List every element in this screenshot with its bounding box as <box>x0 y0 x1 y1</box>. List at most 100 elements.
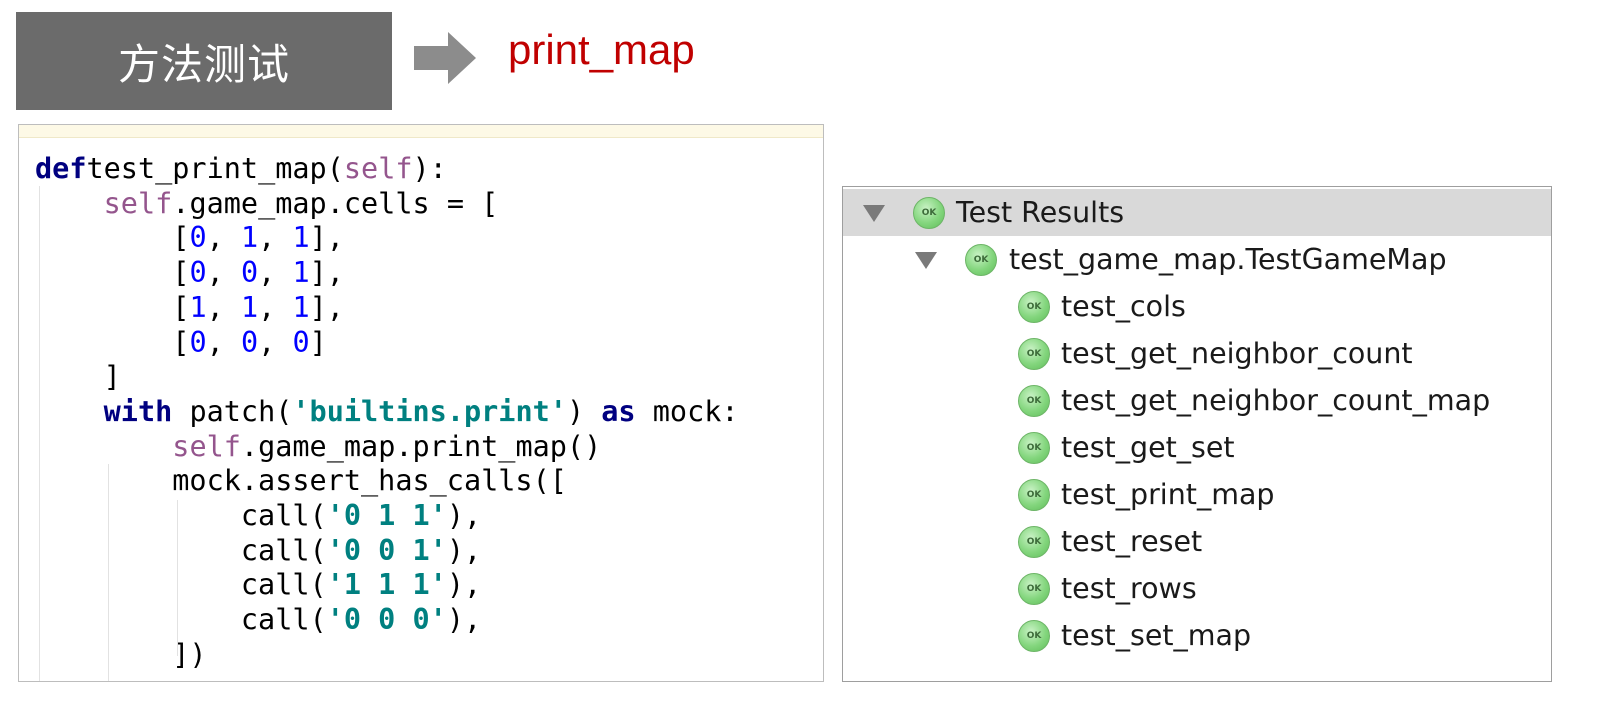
code-token: patch( <box>172 394 293 428</box>
ok-status-icon: OK <box>1018 573 1050 605</box>
code-token: , <box>206 325 241 359</box>
ok-status-icon: OK <box>1018 385 1050 417</box>
code-token: call( <box>35 533 327 567</box>
code-token: 0 <box>189 221 207 255</box>
test-results-panel: OK Test Results OK test_game_map.TestGam… <box>842 186 1552 682</box>
test-results-root-label: Test Results <box>956 196 1125 229</box>
code-token: mock: <box>635 394 739 428</box>
code-token: 1 <box>189 290 207 324</box>
code-line: self.game_map.print_map() <box>35 430 823 465</box>
test-item[interactable]: OK test_cols <box>843 283 1551 330</box>
code-line: [0, 0, 0] <box>35 326 823 361</box>
code-line: ] <box>35 360 823 395</box>
test-item[interactable]: OK test_get_neighbor_count <box>843 330 1551 377</box>
code-token: mock.assert_has_calls([ <box>35 464 567 498</box>
test-item-label: test_get_set <box>1061 431 1235 464</box>
code-token: , <box>206 221 241 255</box>
code-token: 0 <box>189 325 207 359</box>
code-token: 'builtins.print' <box>292 394 567 428</box>
expand-triangle-icon[interactable] <box>915 252 937 269</box>
ok-status-icon: OK <box>1018 291 1050 323</box>
indent-guide <box>177 500 178 656</box>
code-token: call( <box>35 603 327 637</box>
code-token: ), <box>446 568 482 602</box>
code-line: [0, 1, 1], <box>35 221 823 256</box>
code-token: '0 0 1' <box>326 533 447 567</box>
code-token: ], <box>309 221 344 255</box>
indent-guide <box>108 464 109 681</box>
code-token: [ <box>35 256 190 290</box>
code-token: 1 <box>240 221 259 255</box>
code-token: 0 <box>189 256 207 290</box>
code-line: with patch('builtins.print') as mock: <box>35 395 823 430</box>
code-block: deftest_print_map(self): self.game_map.c… <box>19 138 823 681</box>
code-token: ], <box>309 290 344 324</box>
code-token: 1 <box>240 290 259 324</box>
code-line: call('0 0 1'), <box>35 534 823 569</box>
ok-status-icon: OK <box>1018 526 1050 558</box>
code-token: '0 1 1' <box>326 499 447 533</box>
test-item-label: test_print_map <box>1061 478 1275 511</box>
code-token: ), <box>446 499 482 533</box>
code-token: self <box>343 152 413 185</box>
code-token: 1 <box>292 256 310 290</box>
code-token: call( <box>35 568 327 602</box>
test-item-label: test_set_map <box>1061 619 1252 652</box>
test-item-label: test_get_neighbor_count <box>1061 337 1413 370</box>
code-token: ), <box>446 533 482 567</box>
code-line: call('1 1 1'), <box>35 568 823 603</box>
test-item[interactable]: OK test_set_map <box>843 612 1551 659</box>
test-item[interactable]: OK test_reset <box>843 518 1551 565</box>
ok-status-icon: OK <box>1018 479 1050 511</box>
code-token: ) <box>566 394 602 428</box>
code-token: .game_map.print_map() <box>240 429 602 463</box>
test-suite[interactable]: OK test_game_map.TestGameMap <box>843 236 1551 283</box>
section-title: 方法测试 <box>16 12 392 110</box>
test-item[interactable]: OK test_print_map <box>843 471 1551 518</box>
code-line: deftest_print_map(self): <box>35 152 823 187</box>
code-token: def <box>35 152 87 185</box>
test-item[interactable]: OK test_get_set <box>843 424 1551 471</box>
code-token: test_print_map( <box>86 152 344 185</box>
code-token: 0 <box>292 325 310 359</box>
code-line: ]) <box>35 638 823 673</box>
code-token: , <box>258 290 293 324</box>
test-item-label: test_cols <box>1061 290 1186 323</box>
code-token: , <box>206 290 241 324</box>
code-token: , <box>258 325 293 359</box>
ok-status-icon: OK <box>1018 432 1050 464</box>
test-item[interactable]: OK test_get_neighbor_count_map <box>843 377 1551 424</box>
test-item[interactable]: OK test_rows <box>843 565 1551 612</box>
method-name: print_map <box>508 26 695 73</box>
code-token: , <box>206 256 241 290</box>
code-token: .game_map.cells = [ <box>172 186 499 220</box>
code-line: [0, 0, 1], <box>35 256 823 291</box>
code-editor: deftest_print_map(self): self.game_map.c… <box>18 124 824 682</box>
code-token: , <box>258 256 293 290</box>
code-line: mock.assert_has_calls([ <box>35 464 823 499</box>
code-token: '0 0 0' <box>326 603 447 637</box>
ok-status-icon: OK <box>1018 620 1050 652</box>
ok-status-icon: OK <box>913 197 945 229</box>
code-line: call('0 0 0'), <box>35 603 823 638</box>
code-token: 1 <box>292 221 310 255</box>
expand-triangle-icon[interactable] <box>863 205 885 222</box>
indent-guide <box>39 186 40 681</box>
code-line: [1, 1, 1], <box>35 291 823 326</box>
code-token: ], <box>309 256 344 290</box>
code-token: call( <box>35 499 327 533</box>
code-token: with <box>103 394 173 428</box>
code-token: [ <box>35 221 190 255</box>
code-token: ): <box>412 152 447 185</box>
code-line: self.game_map.cells = [ <box>35 187 823 222</box>
code-editor-topbar <box>19 125 823 138</box>
test-results-root[interactable]: OK Test Results <box>843 189 1551 236</box>
code-token: [ <box>35 325 190 359</box>
code-token: ]) <box>35 637 207 671</box>
ok-status-icon: OK <box>965 244 997 276</box>
code-token: 0 <box>240 256 259 290</box>
code-token: 0 <box>240 325 259 359</box>
